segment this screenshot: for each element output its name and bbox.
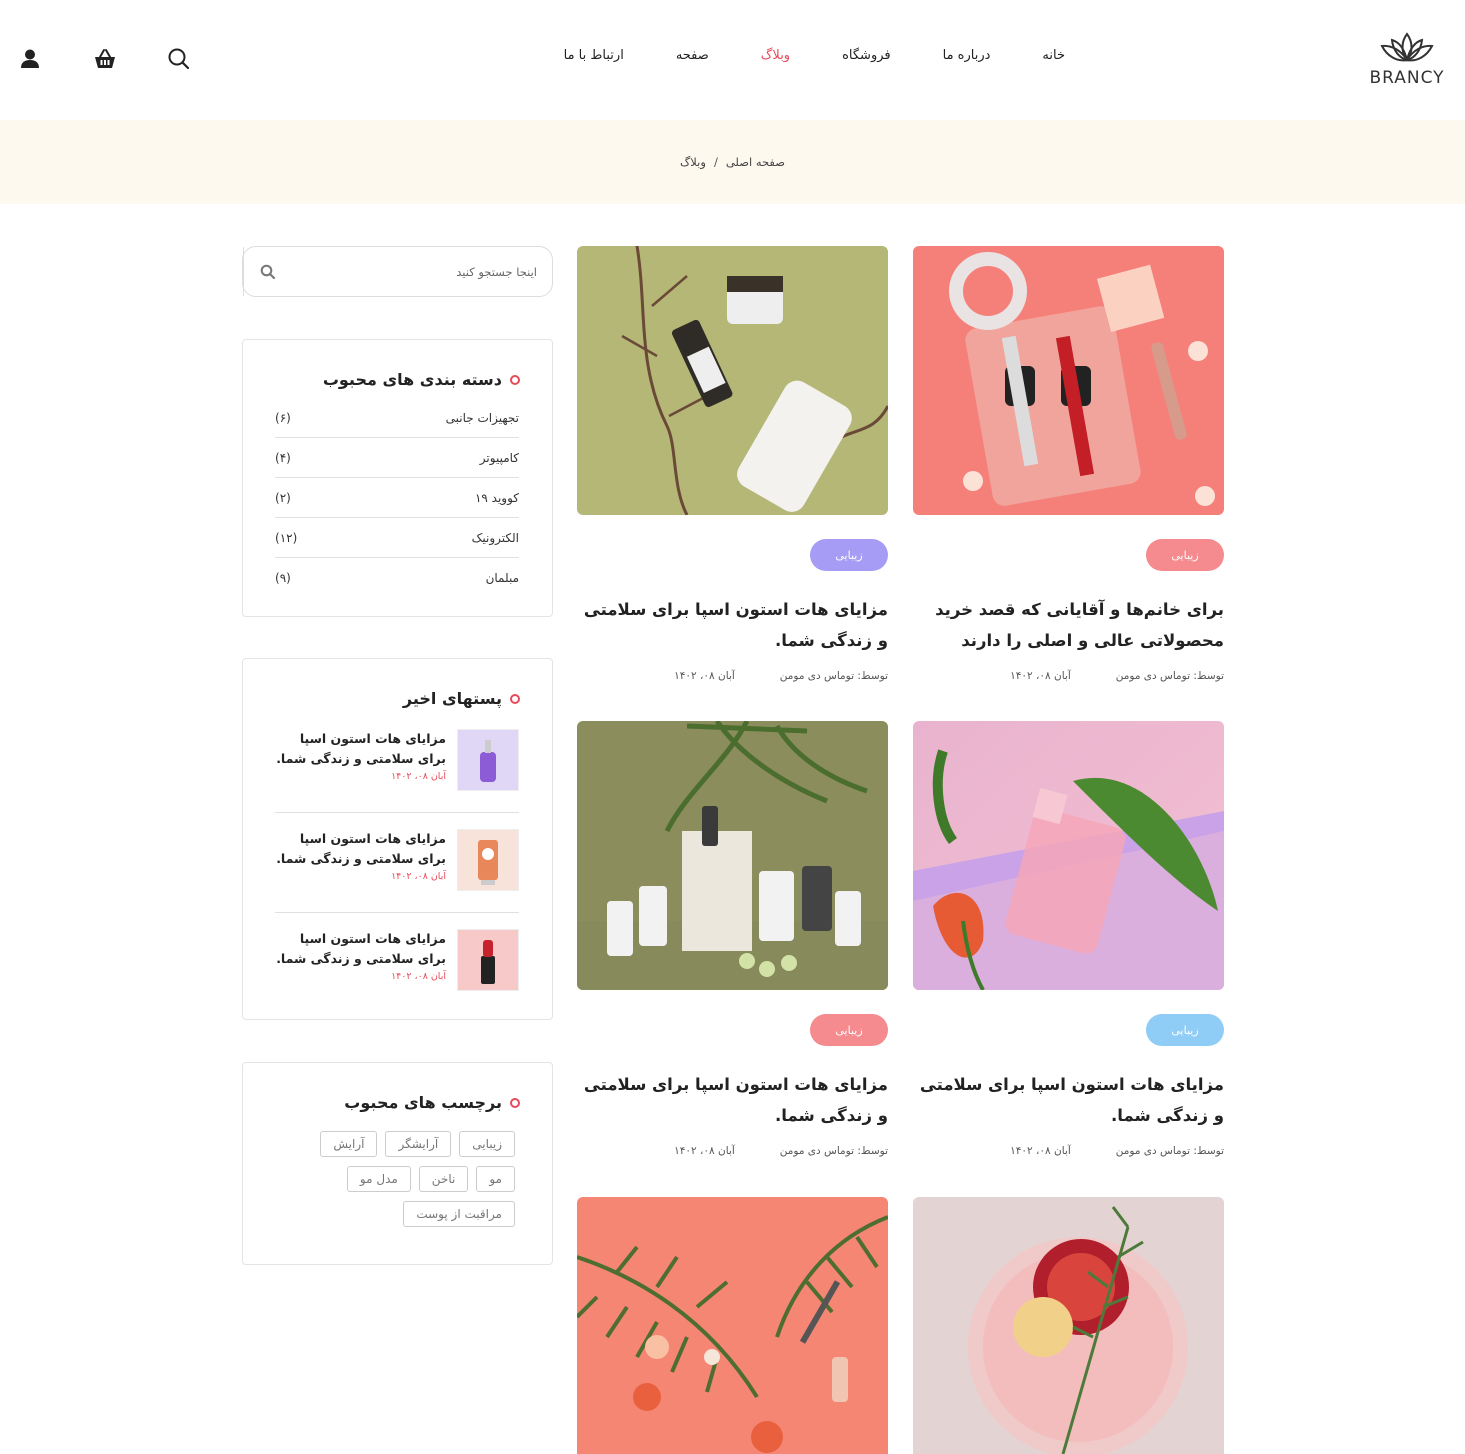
tag-item[interactable]: آرایشگر — [385, 1131, 452, 1157]
post-title[interactable]: برای خانم‌ها و آقایانی که قصد خرید محصول… — [913, 594, 1224, 656]
post-date: آبان ۰۸، ۱۴۰۲ — [1010, 1145, 1071, 1157]
recent-post-thumbnail[interactable] — [457, 829, 519, 891]
categories-title: دسته بندی های محبوب — [322, 370, 502, 389]
category-label: تجهیزات جانبی — [445, 410, 519, 425]
post-author: توسط: توماس دی مومن — [1115, 1145, 1224, 1157]
post-card: زیبایی برای خانم‌ها و آقایانی که قصد خری… — [913, 246, 1224, 696]
category-count: (۲) — [275, 490, 291, 505]
category-count: (۶) — [275, 410, 291, 425]
breadcrumb: صفحه اصلی / وبلاگ — [0, 120, 1465, 204]
post-title[interactable]: مزایای هات استون اسپا برای سلامتی و زندگ… — [577, 594, 888, 656]
category-label: الکترونیک — [471, 530, 519, 545]
recent-posts-title: پستهای اخیر — [402, 689, 502, 708]
recent-post-date: آبان ۰۸، ۱۴۰۲ — [391, 771, 446, 782]
category-item[interactable]: الکترونیک (۱۲) — [275, 518, 519, 558]
category-item[interactable]: کووید ۱۹ (۲) — [275, 478, 519, 518]
recent-post-title[interactable]: مزایای هات استون اسپا برای سلامتی و زندگ… — [276, 829, 446, 869]
search-icon — [260, 264, 276, 279]
category-label: مبلمان — [485, 571, 519, 585]
recent-post-item[interactable]: مزایای هات استون اسپا برای سلامتی و زندگ… — [275, 929, 519, 1013]
search-widget — [242, 246, 553, 297]
post-card — [577, 1197, 888, 1454]
category-count: (۴) — [275, 450, 291, 465]
recent-post-thumbnail[interactable] — [457, 929, 519, 991]
post-category-badge[interactable]: زیبایی — [810, 539, 888, 571]
search-button[interactable] — [243, 247, 292, 296]
recent-post-date: آبان ۰۸، ۱۴۰۲ — [391, 971, 446, 982]
nav-item-contact[interactable]: ارتباط با ما — [564, 48, 624, 63]
user-icon[interactable] — [17, 46, 43, 72]
post-card: زیبایی مزایای هات استون اسپا برای سلامتی… — [577, 246, 888, 696]
brand-name: BRANCY — [1369, 68, 1445, 88]
tag-item[interactable]: آرایش — [320, 1131, 378, 1157]
post-category-badge[interactable]: زیبایی — [1146, 539, 1224, 571]
categories-widget: دسته بندی های محبوب تجهیزات جانبی (۶) کا… — [242, 339, 553, 617]
post-image[interactable] — [577, 1197, 888, 1454]
recent-posts-widget: پستهای اخیر مزایای هات استون اسپا برای س… — [242, 658, 553, 1020]
post-category-badge[interactable]: زیبایی — [1146, 1014, 1224, 1046]
recent-post-item[interactable]: مزایای هات استون اسپا برای سلامتی و زندگ… — [275, 729, 519, 813]
nav-item-shop[interactable]: فروشگاه — [842, 48, 891, 63]
nav-item-pages[interactable]: صفحه — [676, 48, 709, 63]
tag-item[interactable]: ناخن — [418, 1166, 469, 1192]
post-card — [913, 1197, 1224, 1454]
post-author: توسط: توماس دی مومن — [779, 670, 888, 682]
bullet-icon — [510, 374, 520, 385]
category-item[interactable]: تجهیزات جانبی (۶) — [275, 398, 519, 438]
lotus-icon — [1380, 32, 1434, 62]
tags-widget: برچسب های محبوب زیبایی آرایشگر آرایش مو … — [242, 1062, 553, 1265]
category-label: کووید ۱۹ — [474, 490, 519, 505]
category-count: (۱۲) — [275, 530, 298, 545]
tag-item[interactable]: زیبایی — [459, 1131, 515, 1157]
recent-post-item[interactable]: مزایای هات استون اسپا برای سلامتی و زندگ… — [275, 829, 519, 913]
post-image[interactable] — [577, 721, 888, 990]
tags-title: برچسب های محبوب — [344, 1093, 502, 1112]
post-image[interactable] — [913, 246, 1224, 515]
category-label: کامپیوتر — [479, 450, 519, 465]
post-date: آبان ۰۸، ۱۴۰۲ — [674, 670, 735, 682]
tag-item[interactable]: مو — [476, 1166, 515, 1192]
post-image[interactable] — [577, 246, 888, 515]
breadcrumb-current: وبلاگ — [680, 155, 706, 169]
recent-post-date: آبان ۰۸، ۱۴۰۲ — [391, 871, 446, 882]
nav-item-blog[interactable]: وبلاگ — [761, 48, 790, 63]
bullet-icon — [510, 1097, 520, 1108]
recent-post-thumbnail[interactable] — [457, 729, 519, 791]
tag-item[interactable]: مدل مو — [346, 1166, 411, 1192]
post-title[interactable]: مزایای هات استون اسپا برای سلامتی و زندگ… — [577, 1069, 888, 1131]
search-icon[interactable] — [166, 46, 192, 72]
post-author: توسط: توماس دی مومن — [1115, 670, 1224, 682]
site-header: BRANCY خانه درباره ما فروشگاه وبلاگ صفحه… — [0, 0, 1465, 120]
breadcrumb-home[interactable]: صفحه اصلی — [726, 155, 785, 169]
search-input[interactable] — [292, 247, 552, 296]
post-date: آبان ۰۸، ۱۴۰۲ — [1010, 670, 1071, 682]
post-title[interactable]: مزایای هات استون اسپا برای سلامتی و زندگ… — [913, 1069, 1224, 1131]
post-category-badge[interactable]: زیبایی — [810, 1014, 888, 1046]
recent-post-title[interactable]: مزایای هات استون اسپا برای سلامتی و زندگ… — [276, 729, 446, 769]
bullet-icon — [510, 693, 520, 704]
category-item[interactable]: مبلمان (۹) — [275, 558, 519, 598]
category-count: (۹) — [275, 571, 291, 585]
post-image[interactable] — [913, 721, 1224, 990]
post-author: توسط: توماس دی مومن — [779, 1145, 888, 1157]
main-nav: خانه درباره ما فروشگاه وبلاگ صفحه ارتباط… — [512, 48, 1065, 63]
post-card: زیبایی مزایای هات استون اسپا برای سلامتی… — [577, 721, 888, 1171]
post-date: آبان ۰۸، ۱۴۰۲ — [674, 1145, 735, 1157]
post-card: زیبایی مزایای هات استون اسپا برای سلامتی… — [913, 721, 1224, 1171]
nav-item-home[interactable]: خانه — [1042, 48, 1065, 63]
category-item[interactable]: کامپیوتر (۴) — [275, 438, 519, 478]
breadcrumb-separator: / — [713, 155, 718, 169]
recent-post-title[interactable]: مزایای هات استون اسپا برای سلامتی و زندگ… — [276, 929, 446, 969]
basket-icon[interactable] — [92, 46, 118, 72]
post-image[interactable] — [913, 1197, 1224, 1454]
tag-item[interactable]: مراقبت از پوست — [403, 1201, 515, 1227]
nav-item-about[interactable]: درباره ما — [943, 48, 991, 63]
tag-cloud: زیبایی آرایشگر آرایش مو ناخن مدل مو مراق… — [285, 1131, 515, 1227]
brand-logo[interactable]: BRANCY — [1362, 30, 1452, 94]
